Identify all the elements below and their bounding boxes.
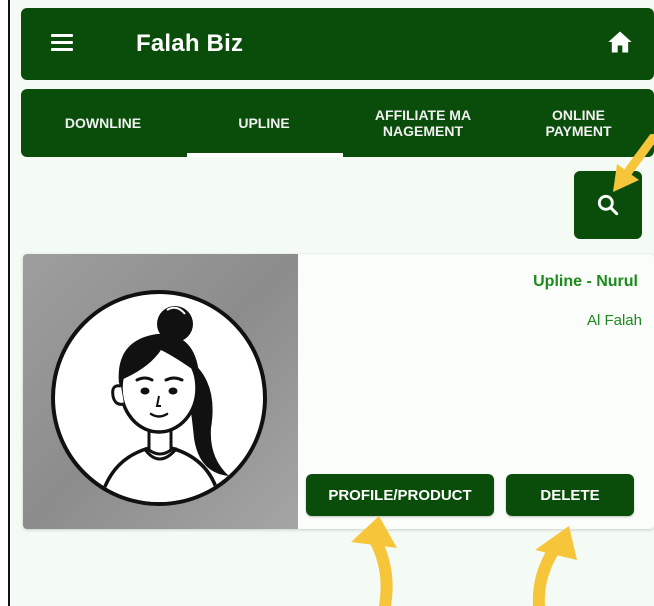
annotation-arrow-search	[613, 134, 654, 192]
tab-upline[interactable]: UPLINE	[185, 89, 343, 157]
app-title: Falah Biz	[136, 30, 244, 57]
tab-bar: DOWNLINE UPLINE AFFILIATE MA NAGEMENT ON…	[21, 89, 654, 157]
upline-name: Upline - Nurul	[533, 273, 638, 290]
app-bar: Falah Biz	[21, 8, 654, 80]
app-screen: Falah Biz DOWNLINE UPLINE AFFILIATE MA N…	[11, 0, 654, 606]
profile-product-button[interactable]: PROFILE/PRODUCT	[306, 474, 494, 516]
profile-photo	[23, 254, 298, 529]
company-name: Al Falah	[586, 312, 642, 329]
tab-affiliate-management[interactable]: AFFILIATE MA NAGEMENT	[343, 89, 503, 157]
annotation-arrow-delete	[532, 526, 577, 606]
left-border-line	[8, 0, 10, 606]
annotation-arrow-profile	[351, 516, 397, 606]
hamburger-menu-icon[interactable]	[51, 32, 77, 54]
upline-card: Upline - Nurul Al Falah PROFILE/PRODUCT …	[23, 254, 654, 529]
home-icon[interactable]	[606, 28, 634, 56]
avatar-illustration	[51, 290, 267, 506]
page: Falah Biz DOWNLINE UPLINE AFFILIATE MA N…	[0, 0, 654, 606]
delete-button[interactable]: DELETE	[506, 474, 634, 516]
tab-downline[interactable]: DOWNLINE	[21, 89, 185, 157]
